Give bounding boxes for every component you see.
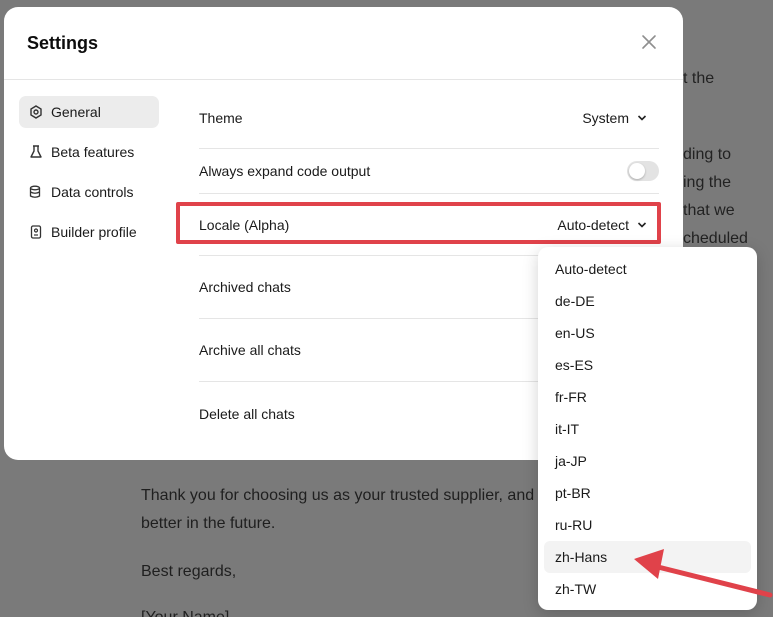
delete-all-label: Delete all chats [199, 405, 295, 422]
locale-option[interactable]: de-DE [544, 285, 751, 317]
locale-option[interactable]: ru-RU [544, 509, 751, 541]
theme-row: Theme System [199, 87, 659, 149]
bg-text-fragment: that we [683, 202, 735, 219]
locale-value: Auto-detect [557, 216, 629, 233]
sidebar-item-label: Data controls [51, 184, 134, 200]
flask-icon [29, 145, 43, 159]
chevron-down-icon [637, 221, 647, 228]
chevron-down-icon [637, 114, 647, 121]
sidebar-item-builder-profile[interactable]: Builder profile [19, 216, 159, 248]
theme-select[interactable]: System [582, 110, 647, 126]
bg-chat-line: better in the future. [141, 515, 276, 532]
locale-option[interactable]: es-ES [544, 349, 751, 381]
bg-chat-line: [Your Name] [141, 604, 229, 617]
archived-chats-label: Archived chats [199, 279, 291, 295]
locale-select[interactable]: Auto-detect [557, 217, 647, 233]
locale-option[interactable]: ja-JP [544, 445, 751, 477]
sidebar-item-label: Beta features [51, 144, 135, 160]
archive-all-label: Archive all chats [199, 342, 301, 358]
sidebar-item-label: General [51, 104, 101, 120]
settings-sidebar: General Beta features Data controls Buil… [19, 96, 159, 256]
gear-icon [29, 105, 43, 119]
bg-chat-line: Best regards, [141, 563, 237, 580]
close-icon[interactable] [641, 34, 657, 50]
locale-option[interactable]: fr-FR [544, 381, 751, 413]
bg-text-fragment: ing the [683, 174, 732, 191]
sidebar-item-general[interactable]: General [19, 96, 159, 128]
bg-text-fragment: t the [683, 70, 715, 87]
code-output-toggle[interactable] [627, 161, 659, 181]
database-icon [29, 185, 43, 199]
sidebar-item-label: Builder profile [51, 224, 137, 240]
sidebar-item-beta-features[interactable]: Beta features [19, 136, 159, 168]
code-output-label: Always expand code output [199, 163, 371, 179]
toggle-knob [629, 163, 645, 179]
bg-chat-line: Thank you for choosing us as your truste… [141, 487, 551, 504]
locale-option[interactable]: en-US [544, 317, 751, 349]
locale-option[interactable]: pt-BR [544, 477, 751, 509]
theme-label: Theme [199, 109, 243, 126]
bg-text-fragment: cheduled [683, 230, 748, 247]
sidebar-item-data-controls[interactable]: Data controls [19, 176, 159, 208]
locale-option[interactable]: Auto-detect [544, 253, 751, 285]
theme-value: System [582, 109, 629, 126]
locale-option[interactable]: it-IT [544, 413, 751, 445]
locale-label: Locale (Alpha) [199, 216, 290, 233]
modal-title: Settings [27, 32, 99, 53]
id-badge-icon [29, 225, 43, 239]
code-output-row: Always expand code output [199, 149, 659, 194]
arrow-annotation [634, 549, 773, 598]
modal-header: Settings [4, 7, 683, 80]
bg-text-fragment: ding to [683, 146, 732, 163]
